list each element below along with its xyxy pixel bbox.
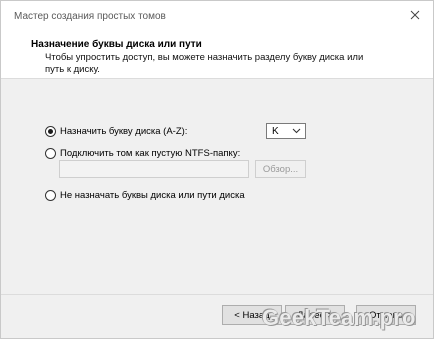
page-subtitle: Чтобы упростить доступ, вы можете назнач… — [45, 52, 364, 75]
footer-divider — [1, 294, 433, 295]
close-icon[interactable] — [407, 7, 423, 23]
assign-letter-option[interactable]: Назначить букву диска (A-Z): — [45, 124, 187, 138]
window-title: Мастер создания простых томов — [14, 11, 166, 22]
mount-folder-radio[interactable] — [45, 147, 56, 159]
next-button[interactable]: Далее > — [285, 305, 345, 325]
assign-letter-radio[interactable] — [45, 125, 56, 137]
browse-button[interactable]: Обзор... — [255, 160, 306, 178]
chevron-down-icon — [292, 126, 301, 137]
cancel-button[interactable]: Отмена — [356, 305, 416, 325]
no-letter-option[interactable]: Не назначать буквы диска или пути диска — [45, 188, 245, 202]
back-button[interactable]: < Назад — [222, 305, 282, 325]
no-letter-label[interactable]: Не назначать буквы диска или пути диска — [60, 190, 245, 201]
mount-folder-label[interactable]: Подключить том как пустую NTFS-папку: — [60, 148, 240, 159]
drive-letter-value: K — [272, 125, 279, 137]
wizard-header: Назначение буквы диска или пути Чтобы уп… — [1, 30, 433, 79]
page-title: Назначение буквы диска или пути — [31, 39, 202, 50]
drive-letter-select[interactable]: K — [266, 123, 306, 139]
assign-letter-label[interactable]: Назначить букву диска (A-Z): — [60, 126, 187, 137]
title-bar: Мастер создания простых томов — [1, 1, 433, 30]
no-letter-radio[interactable] — [45, 189, 56, 201]
mount-folder-option[interactable]: Подключить том как пустую NTFS-папку: — [45, 146, 240, 160]
wizard-window: Мастер создания простых томов Назначение… — [0, 0, 434, 339]
folder-path-input[interactable] — [59, 160, 249, 178]
